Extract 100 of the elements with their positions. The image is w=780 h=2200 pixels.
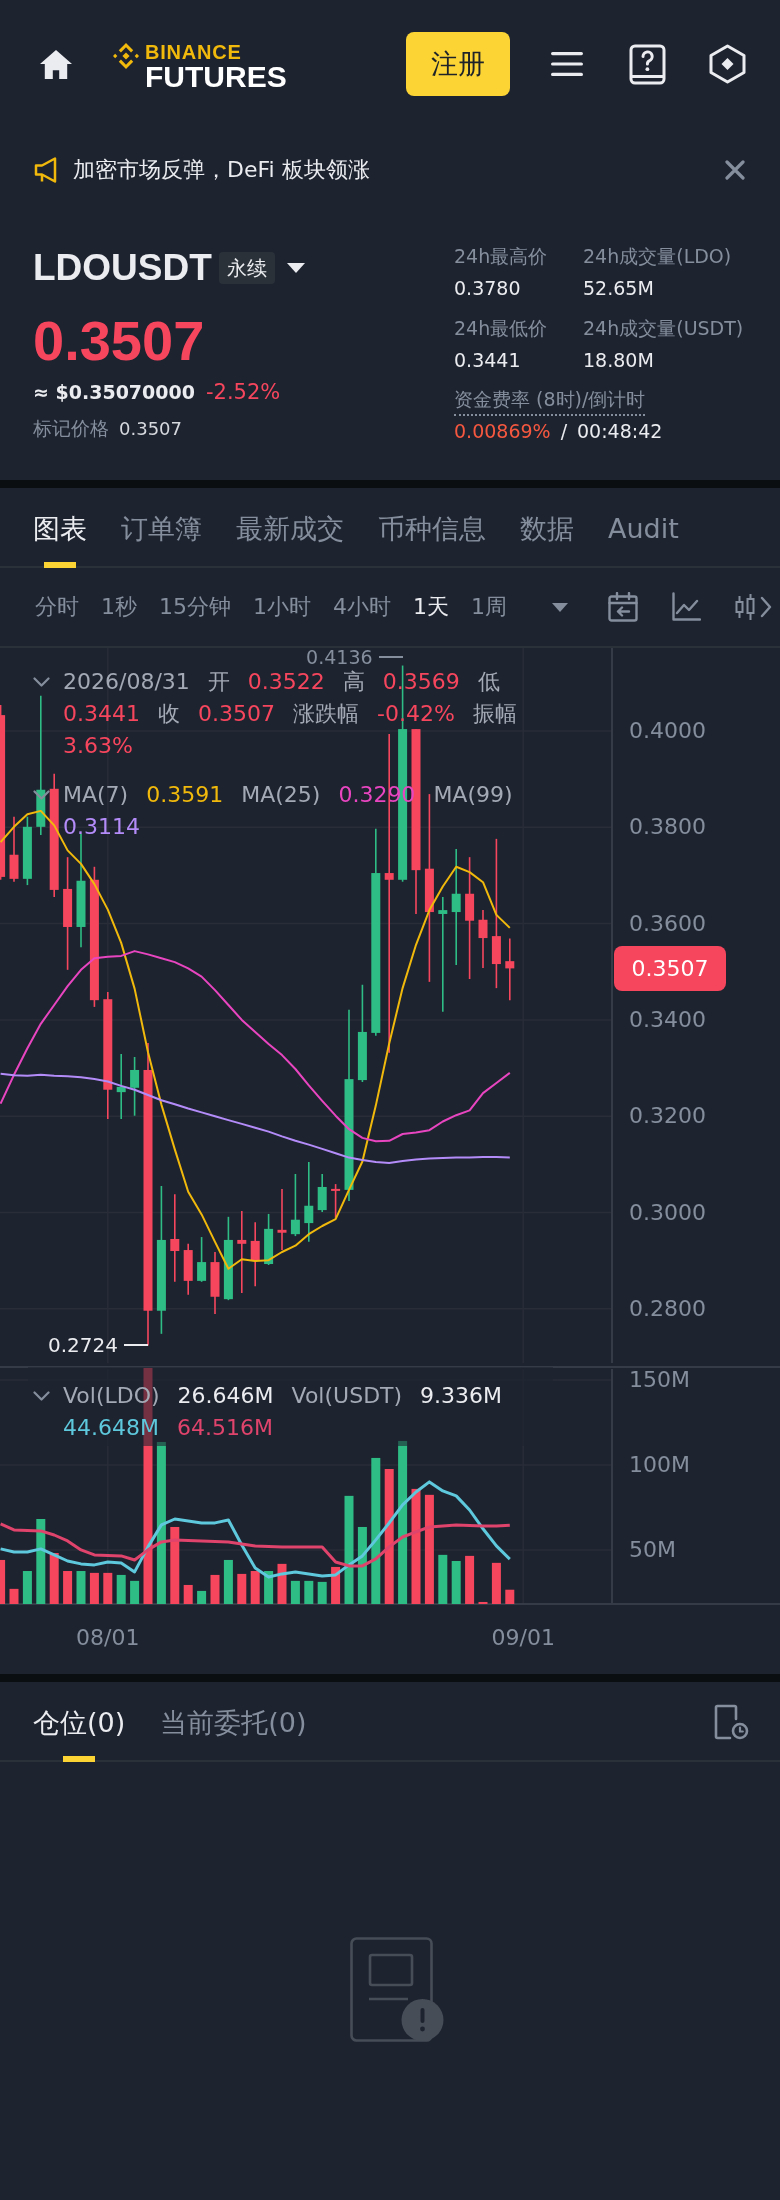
tab[interactable]: 仓位(0) bbox=[33, 1682, 126, 1762]
tab[interactable]: 币种信息 bbox=[378, 488, 486, 568]
separator-text: / bbox=[560, 419, 568, 444]
diamond-logo-icon bbox=[113, 43, 139, 69]
price-axis-label: 0.3000 bbox=[629, 1198, 706, 1227]
stat-label: 24h最低价 bbox=[454, 316, 548, 341]
leader-line bbox=[124, 1344, 148, 1347]
legend-label: 收 bbox=[158, 700, 180, 728]
legend-label: MA(25) bbox=[241, 781, 321, 809]
candle bbox=[210, 1251, 220, 1315]
candle bbox=[264, 1213, 274, 1266]
menu-icon[interactable] bbox=[551, 51, 583, 77]
empty-document-icon bbox=[350, 1937, 444, 2043]
candle bbox=[331, 1183, 341, 1219]
chevron-down-icon[interactable] bbox=[33, 790, 50, 800]
candle bbox=[317, 1173, 327, 1213]
tab[interactable]: 图表 bbox=[33, 488, 87, 568]
candle bbox=[250, 1221, 260, 1287]
volume-axis-label: 100M bbox=[629, 1450, 690, 1479]
megaphone-icon bbox=[34, 156, 58, 184]
candlestick-icon[interactable] bbox=[735, 593, 756, 621]
interval-option[interactable]: 1秒 bbox=[101, 592, 137, 622]
announcement-text[interactable]: 加密市场反弹，DeFi 板块领涨 bbox=[73, 155, 370, 185]
stat-label: 24h最高价 bbox=[454, 244, 548, 269]
interval-option[interactable]: 15分钟 bbox=[159, 592, 231, 622]
brand-name: BINANCE bbox=[145, 42, 242, 62]
chevron-right-icon[interactable] bbox=[760, 596, 772, 618]
interval-option[interactable]: 4小时 bbox=[333, 592, 391, 622]
legend-label: MA(99) bbox=[433, 781, 513, 809]
document-clock-icon[interactable] bbox=[714, 1704, 749, 1740]
symbol-name[interactable]: LDOUSDT bbox=[33, 246, 212, 290]
countdown: 00:48:42 bbox=[577, 419, 663, 444]
register-button[interactable]: 注册 bbox=[406, 32, 510, 96]
interval-option[interactable]: 1天 bbox=[413, 592, 449, 622]
stat-label: 24h成交量(LDO) bbox=[583, 244, 732, 269]
tab[interactable]: 当前委托(0) bbox=[160, 1682, 307, 1762]
legend-label: 涨跌幅 bbox=[292, 700, 359, 728]
legend-value: 44.648M bbox=[63, 1414, 159, 1442]
funding-label[interactable]: 资金费率 (8时)/倒计时 bbox=[454, 386, 646, 416]
legend-label: MA(7) bbox=[63, 781, 129, 809]
calendar-icon[interactable] bbox=[608, 592, 638, 622]
legend-label: 低 bbox=[477, 668, 500, 696]
stat-value: 0.3441 bbox=[454, 348, 521, 373]
close-icon[interactable] bbox=[725, 160, 745, 180]
legend-date: 2026/08/31 bbox=[63, 668, 190, 696]
volume-axis-label: 150M bbox=[629, 1366, 690, 1394]
stat-value: 18.80M bbox=[583, 348, 654, 373]
chevron-down-icon[interactable] bbox=[33, 677, 50, 687]
price-axis-label: 0.2800 bbox=[629, 1294, 706, 1323]
chevron-down-icon[interactable] bbox=[33, 1391, 50, 1401]
last-price: 0.3507 bbox=[33, 311, 205, 371]
stat-value: 52.65M bbox=[583, 276, 654, 301]
home-icon[interactable] bbox=[40, 49, 72, 79]
legend-label: Vol(USDT) bbox=[291, 1382, 403, 1410]
funding-rate: 0.00869% bbox=[454, 419, 551, 444]
tab[interactable]: 订单簿 bbox=[121, 488, 202, 568]
stat-value: 0.3780 bbox=[454, 276, 521, 301]
legend-value: 0.3114 bbox=[63, 813, 140, 841]
interval-option[interactable]: 分时 bbox=[35, 592, 79, 622]
tab[interactable]: Audit bbox=[608, 488, 679, 568]
tab[interactable]: 数据 bbox=[520, 488, 574, 568]
line-chart-icon[interactable] bbox=[671, 592, 701, 622]
price-change: -2.52% bbox=[205, 379, 281, 406]
candle bbox=[197, 1236, 207, 1283]
mark-price-label: 标记价格 bbox=[33, 416, 109, 441]
legend-value: 0.3507 bbox=[198, 700, 275, 728]
volume-axis-label: 50M bbox=[629, 1535, 676, 1564]
last-price-tag: 0.3507 bbox=[614, 946, 726, 992]
legend-value: 3.63% bbox=[63, 732, 133, 760]
legend-value: 0.3522 bbox=[247, 668, 325, 696]
legend-label: 开 bbox=[207, 668, 230, 696]
contract-tag: 永续 bbox=[218, 252, 275, 284]
price-axis-label: 0.3400 bbox=[629, 1005, 706, 1034]
price-axis-label: 0.3200 bbox=[629, 1102, 706, 1131]
price-axis-label: 0.3600 bbox=[629, 909, 706, 938]
legend-label: 振幅 bbox=[472, 700, 517, 728]
price-axis-label: 0.3800 bbox=[629, 813, 706, 842]
price-axis-label: 0.4000 bbox=[629, 717, 706, 745]
leader-line bbox=[378, 656, 403, 658]
candle bbox=[478, 909, 488, 969]
low-price-marker: 0.2724 bbox=[48, 1334, 118, 1357]
legend-value: 64.516M bbox=[176, 1414, 273, 1442]
legend-value: 26.646M bbox=[177, 1382, 274, 1410]
candle bbox=[505, 937, 515, 1001]
tab[interactable]: 最新成交 bbox=[236, 488, 344, 568]
candle bbox=[277, 1188, 287, 1251]
candle bbox=[116, 1053, 126, 1120]
stat-label: 24h成交量(USDT) bbox=[583, 316, 744, 341]
legend-value: 0.3591 bbox=[146, 781, 224, 809]
interval-option[interactable]: 1小时 bbox=[253, 592, 311, 622]
caret-down-icon[interactable] bbox=[286, 263, 305, 273]
interval-option[interactable]: 1周 bbox=[471, 592, 507, 622]
hexagon-icon[interactable] bbox=[709, 44, 746, 84]
candle bbox=[290, 1173, 300, 1237]
legend-label: 高 bbox=[342, 668, 365, 696]
candle bbox=[9, 815, 19, 883]
help-book-icon[interactable] bbox=[629, 43, 666, 85]
mark-price-value: 0.3507 bbox=[119, 417, 182, 441]
date-axis-label: 08/01 bbox=[75, 1624, 141, 1652]
date-axis-label: 09/01 bbox=[490, 1624, 556, 1652]
